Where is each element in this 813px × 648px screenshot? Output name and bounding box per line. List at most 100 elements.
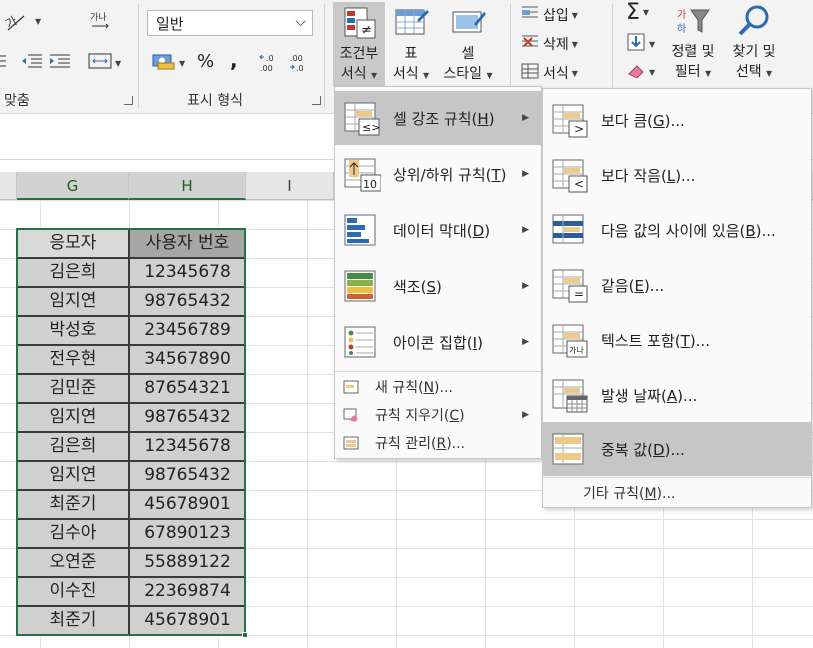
menu-item-label: 아이콘 집합 xyxy=(393,333,467,352)
cell-styles-button[interactable]: 셀 스타일 ▼ xyxy=(438,6,498,86)
menu-item-clear-rules[interactable]: 규칙 지우기(C) ▶ xyxy=(335,401,541,429)
menu-item-key: M xyxy=(644,486,657,502)
menu-item-top-bottom-rules[interactable]: 10 상위/하위 규칙(T) ▶ xyxy=(335,147,541,201)
chevron-down-icon: ▼ xyxy=(766,69,773,78)
column-header-i[interactable]: I xyxy=(246,172,334,200)
autosum-icon: Σ xyxy=(626,0,640,25)
table-icon xyxy=(393,6,429,40)
decrease-decimal-icon: .00.0 xyxy=(288,52,310,78)
number-dialog-launcher[interactable] xyxy=(312,96,321,105)
format-cells-button[interactable]: 서식 ▼ xyxy=(520,62,578,84)
chevron-right-icon: ▶ xyxy=(522,281,529,291)
column-header-h[interactable]: H xyxy=(129,172,246,200)
wrap-text-button[interactable]: 가나 xyxy=(88,10,112,38)
menu-item-less-than[interactable]: < 보다 작음(L)... xyxy=(543,148,811,202)
increase-decimal-button[interactable]: .0.00 xyxy=(258,52,280,78)
chevron-down-icon: ⌵ xyxy=(295,14,306,30)
menu-item-label: 규칙 관리 xyxy=(375,436,431,452)
menu-item-new-rule[interactable]: 새 규칙(N)... xyxy=(335,373,541,401)
menu-item-more-rules[interactable]: 기타 규칙(M)... xyxy=(543,479,811,507)
menu-item-key: C xyxy=(449,408,460,424)
menu-item-highlight-cells-rules[interactable]: ≤> 셀 강조 규칙(H) ▶ xyxy=(335,91,541,145)
cell-styles-label-2: 스타일 xyxy=(443,66,483,82)
chevron-right-icon: ▶ xyxy=(522,169,529,179)
decrease-indent-button-2[interactable] xyxy=(20,52,44,74)
menu-item-key: B xyxy=(745,221,756,240)
ribbon-separator xyxy=(324,4,325,108)
chevron-down-icon: ▼ xyxy=(371,71,378,80)
data-bars-icon xyxy=(343,211,381,249)
eraser-icon xyxy=(626,62,646,82)
menu-separator xyxy=(335,371,541,372)
menu-item-label: 상위/하위 규칙 xyxy=(393,165,486,184)
text-contains-icon: 가나 xyxy=(551,321,589,359)
menu-item-key: A xyxy=(666,386,678,405)
column-header-g[interactable]: G xyxy=(17,172,129,200)
menu-item-key: H xyxy=(477,109,489,128)
menu-item-date-occurring[interactable]: 발생 날짜(A)... xyxy=(543,368,811,422)
menu-item-label: 셀 강조 규칙 xyxy=(393,109,472,128)
chevron-right-icon: ▶ xyxy=(522,337,529,347)
comma-style-button[interactable]: , xyxy=(230,48,238,72)
find-select-button[interactable]: 찾기 및 선택 ▼ xyxy=(724,4,784,84)
find-select-label-2: 선택 xyxy=(735,64,762,80)
menu-item-icon-sets[interactable]: 아이콘 집합(I) ▶ xyxy=(335,315,541,369)
delete-button[interactable]: 삭제 ▼ xyxy=(520,33,578,55)
sort-filter-button[interactable]: 가하 정렬 및 필터 ▼ xyxy=(664,4,722,84)
menu-item-label: 발생 날짜 xyxy=(601,386,661,405)
svg-text:10: 10 xyxy=(363,178,377,191)
svg-text:≤>: ≤> xyxy=(362,121,380,134)
format-as-table-button[interactable]: 표 서식 ▼ xyxy=(388,6,434,86)
menu-item-greater-than[interactable]: > 보다 큼(G)... xyxy=(543,93,811,147)
alignment-dialog-launcher[interactable] xyxy=(124,96,133,105)
menu-item-data-bars[interactable]: 데이터 막대(D) ▶ xyxy=(335,203,541,257)
menu-item-label: 다음 값의 사이에 있음 xyxy=(601,221,740,240)
fill-handle[interactable] xyxy=(242,632,248,638)
autosum-button[interactable]: Σ ▼ xyxy=(626,0,649,25)
duplicate-values-icon xyxy=(551,430,589,468)
orientation-button[interactable]: 가 ▼ xyxy=(2,10,41,32)
accounting-format-button[interactable]: ▼ xyxy=(152,52,185,74)
menu-item-color-scales[interactable]: 색조(S) ▶ xyxy=(335,259,541,313)
sort-filter-icon: 가하 xyxy=(675,4,711,38)
top-bottom-rules-icon: 10 xyxy=(343,155,382,193)
color-scales-icon xyxy=(343,267,381,305)
merge-center-button[interactable]: ▼ xyxy=(88,52,121,74)
menu-item-text-contains[interactable]: 가나 텍스트 포함(T)... xyxy=(543,313,811,367)
menu-item-label: 기타 규칙 xyxy=(583,486,639,502)
manage-rules-icon xyxy=(343,436,359,450)
less-than-icon: < xyxy=(551,156,589,194)
svg-text:.00: .00 xyxy=(260,64,273,73)
menu-item-manage-rules[interactable]: 규칙 관리(R)... xyxy=(335,429,541,457)
delete-icon xyxy=(520,33,540,55)
number-format-dropdown[interactable]: 일반 ⌵ xyxy=(147,10,313,36)
menu-item-key: T xyxy=(491,165,501,184)
sort-filter-label-2: 필터 xyxy=(674,64,701,80)
menu-item-label: 새 규칙 xyxy=(375,380,419,396)
clear-button[interactable]: ▼ xyxy=(626,62,655,82)
menu-item-equal-to[interactable]: = 같음(E)... xyxy=(543,258,811,312)
alignment-group-label: 맞춤 xyxy=(4,93,30,109)
number-group-label: 표시 형식 xyxy=(187,93,243,109)
column-header-partial[interactable] xyxy=(0,172,17,200)
conditional-formatting-button[interactable]: ≠ 조건부 서식 ▼ xyxy=(333,6,385,86)
menu-item-duplicate-values[interactable]: 중복 값(D)... xyxy=(543,422,811,476)
menu-item-label: 텍스트 포함 xyxy=(601,331,675,350)
insert-button[interactable]: 삽입 ▼ xyxy=(520,4,578,26)
menu-item-between[interactable]: 다음 값의 사이에 있음(B)... xyxy=(543,203,811,257)
svg-text:>: > xyxy=(574,122,584,136)
search-icon xyxy=(736,4,772,38)
fill-button[interactable]: ▼ xyxy=(626,32,655,56)
number-format-value: 일반 xyxy=(156,14,184,33)
indent-partial-icon xyxy=(0,52,8,74)
format-cells-label: 서식 xyxy=(543,66,569,82)
percent-style-button[interactable]: % xyxy=(197,51,214,72)
decrease-indent-button[interactable] xyxy=(0,52,8,74)
chevron-down-icon: ▼ xyxy=(705,69,712,78)
svg-text:.0: .0 xyxy=(296,64,304,73)
svg-text:가나: 가나 xyxy=(90,12,107,23)
decrease-decimal-button[interactable]: .00.0 xyxy=(288,52,310,78)
increase-indent-button[interactable] xyxy=(48,52,72,74)
find-select-label-1: 찾기 및 xyxy=(732,44,776,60)
menu-item-label: 데이터 막대 xyxy=(393,221,467,240)
